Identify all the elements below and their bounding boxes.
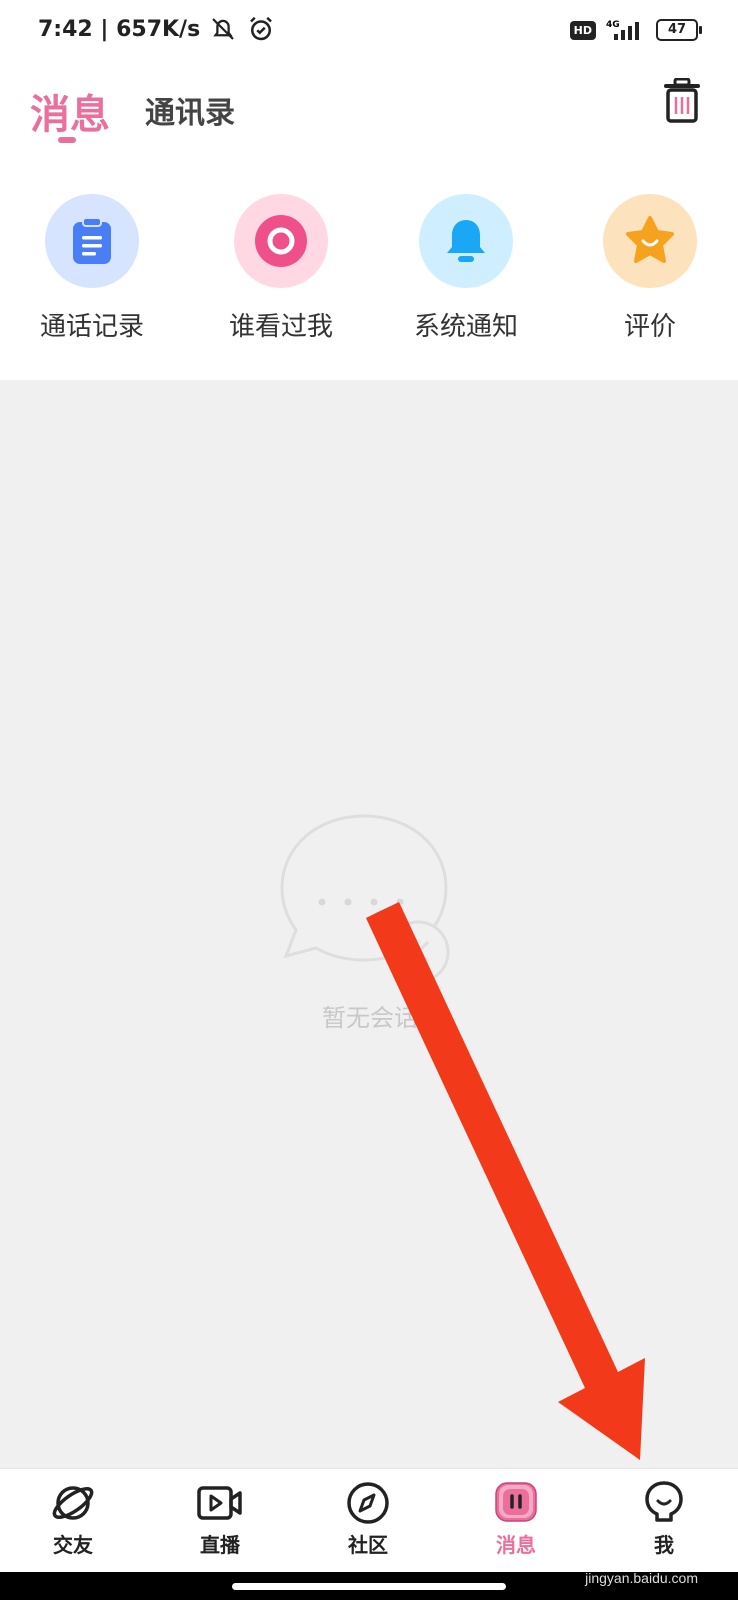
battery-indicator: 47 [656, 19, 702, 41]
muted-bell-icon [212, 18, 234, 40]
header: 消息 通讯录 [0, 64, 738, 164]
profile-icon [645, 1481, 683, 1522]
shortcut-row: 通话记录 谁看过我 系统通知 评价 [0, 164, 738, 380]
video-camera-icon [197, 1486, 242, 1520]
empty-state-text: 暂无会话 [322, 1004, 418, 1032]
time-speed: 7:42 | 657K/s [38, 16, 201, 42]
shortcut-label: 通话记录 [39, 312, 144, 342]
empty-state: 暂无会话 [278, 812, 462, 1032]
shortcut-system-notifications[interactable]: 系统通知 [396, 194, 536, 343]
nav-label: 交友 [53, 1533, 93, 1557]
tab-active-indicator [58, 137, 76, 143]
status-bar: 7:42 | 657K/s HD 4G 47 [0, 0, 738, 64]
planet-icon [52, 1486, 94, 1520]
watermark: jingyan.baidu.com [585, 1570, 698, 1586]
nav-label: 社区 [348, 1533, 388, 1557]
nav-item-community[interactable]: 社区 [308, 1479, 428, 1558]
star-icon [603, 194, 697, 288]
nav-item-friends[interactable]: 交友 [13, 1479, 133, 1558]
tab-contacts[interactable]: 通讯录 [145, 88, 235, 132]
nav-label: 我 [654, 1533, 674, 1557]
status-left: 7:42 | 657K/s [38, 14, 276, 44]
shortcut-who-viewed-me[interactable]: 谁看过我 [211, 194, 351, 343]
eye-circle-icon [234, 194, 328, 288]
hd-badge: HD [569, 20, 596, 40]
nav-label: 直播 [200, 1533, 240, 1557]
tab-messages[interactable]: 消息 [30, 82, 110, 140]
network-type: 4G [606, 20, 620, 30]
signal-icon: 4G [606, 20, 639, 40]
compass-icon [347, 1482, 389, 1524]
nav-item-me[interactable]: 我 [604, 1479, 724, 1558]
message-icon [495, 1482, 537, 1522]
chat-bubble-empty-icon [280, 814, 450, 984]
nav-item-messages[interactable]: 消息 [456, 1479, 576, 1558]
status-right: HD 4G 47 [569, 18, 702, 42]
bell-icon [419, 194, 513, 288]
home-indicator[interactable] [232, 1583, 506, 1590]
shortcut-ratings[interactable]: 评价 [580, 194, 720, 343]
trash-icon[interactable] [662, 78, 702, 124]
nav-item-live[interactable]: 直播 [160, 1479, 280, 1558]
alarm-icon [250, 16, 273, 41]
clipboard-icon [45, 194, 139, 288]
bottom-nav: 交友 直播 社区 消息 我 [0, 1468, 738, 1573]
shortcut-label: 系统通知 [413, 312, 518, 342]
shortcut-label: 评价 [623, 312, 676, 342]
nav-label: 消息 [496, 1533, 536, 1557]
shortcut-label: 谁看过我 [228, 312, 333, 342]
shortcut-call-records[interactable]: 通话记录 [22, 194, 162, 343]
